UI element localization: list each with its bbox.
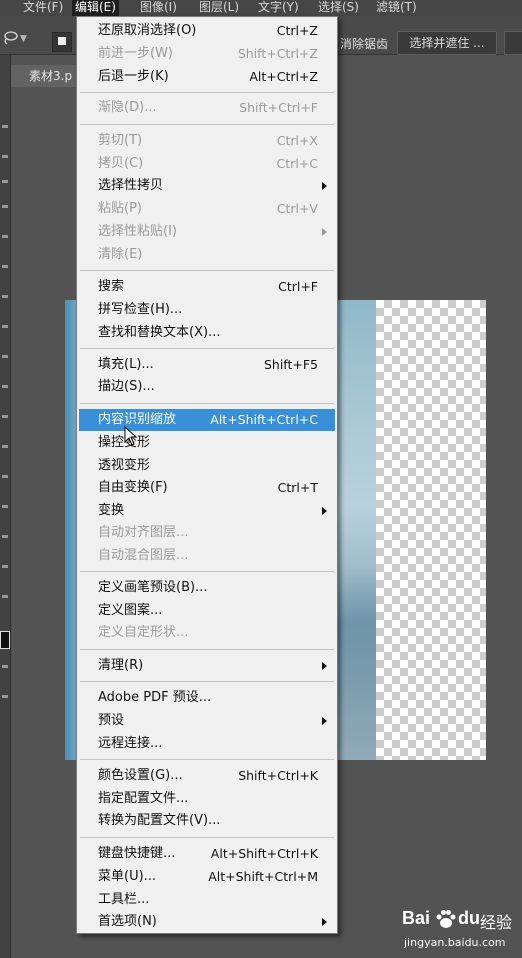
menu-separator xyxy=(80,759,334,760)
menu-separator xyxy=(80,649,334,650)
menu-item-content-aware-scale[interactable]: 内容识别缩放 Alt+Shift+Ctrl+C xyxy=(79,409,335,431)
submenu-arrow-icon xyxy=(322,662,327,670)
menu-item-free-transform[interactable]: 自由变换(F) Ctrl+T xyxy=(79,477,335,499)
menu-item-menus[interactable]: 菜单(U)... Alt+Shift+Ctrl+M xyxy=(79,866,335,888)
submenu-arrow-icon xyxy=(322,717,327,725)
tool-pen[interactable] xyxy=(2,505,8,508)
menu-item-perspective-warp[interactable]: 透视变形 xyxy=(79,455,335,477)
transparent-area xyxy=(376,300,486,760)
menu-item-step-forward[interactable]: 前进一步(W) Shift+Ctrl+Z xyxy=(79,43,335,65)
square-icon xyxy=(58,37,66,45)
menu-layer[interactable]: 图层(L) xyxy=(199,0,239,16)
menu-item-toolbar[interactable]: 工具栏... xyxy=(79,889,335,911)
menu-item-spell-check[interactable]: 拼写检查(H)... xyxy=(79,299,335,321)
tool-lasso[interactable] xyxy=(2,155,8,158)
menu-item-convert-to-profile[interactable]: 转换为配置文件(V)... xyxy=(79,810,335,832)
chevron-down-icon[interactable]: ▼ xyxy=(20,34,27,44)
watermark-jingyan-text: 经验 xyxy=(480,913,513,932)
menu-image[interactable]: 图像(I) xyxy=(140,0,177,16)
menu-edit[interactable]: 编辑(E) xyxy=(72,0,119,16)
menu-separator xyxy=(80,403,334,404)
tool-dodge[interactable] xyxy=(2,475,8,478)
menu-item-fill[interactable]: 填充(L)... Shift+F5 xyxy=(79,354,335,376)
tool-marquee[interactable] xyxy=(2,125,8,128)
menu-item-define-brush[interactable]: 定义画笔预设(B)... xyxy=(79,577,335,599)
menu-item-purge[interactable]: 清理(R) xyxy=(79,655,335,677)
options-extra-button[interactable] xyxy=(504,31,522,55)
submenu-arrow-icon xyxy=(322,507,327,515)
tool-type[interactable] xyxy=(2,535,8,538)
menu-item-preferences[interactable]: 首选项(N) xyxy=(79,911,335,933)
menu-item-define-custom-shape[interactable]: 定义自定形状... xyxy=(79,622,335,644)
tool-eyedropper[interactable] xyxy=(2,235,8,238)
tool-gradient[interactable] xyxy=(2,415,8,418)
tool-path-select[interactable] xyxy=(2,565,8,568)
tool-eraser[interactable] xyxy=(2,385,8,388)
menu-item-adobe-pdf-presets[interactable]: Adobe PDF 预设... xyxy=(79,687,335,709)
menubar: 文件(F) 编辑(E) 图像(I) 图层(L) 文字(Y) 选择(S) 滤镜(T… xyxy=(0,0,522,16)
tool-zoom[interactable] xyxy=(2,695,8,698)
menu-item-auto-align-layers[interactable]: 自动对齐图层... xyxy=(79,522,335,544)
menu-filter[interactable]: 滤镜(T) xyxy=(376,0,417,16)
menu-item-find-replace[interactable]: 查找和替换文本(X)... xyxy=(79,322,335,344)
watermark-bai-text: Bai xyxy=(402,908,431,928)
menu-item-copy-special[interactable]: 选择性拷贝 xyxy=(79,175,335,197)
menu-item-puppet-warp[interactable]: 操控变形 xyxy=(79,432,335,454)
menu-separator xyxy=(80,681,334,682)
menu-item-stroke[interactable]: 描边(S)... xyxy=(79,376,335,398)
document-tab[interactable]: 素材3.p xyxy=(11,65,81,87)
menu-item-auto-blend-layers[interactable]: 自动混合图层... xyxy=(79,545,335,567)
select-and-mask-button[interactable]: 选择并遮住 ... xyxy=(397,31,497,55)
submenu-arrow-icon xyxy=(322,182,327,190)
tool-brush[interactable] xyxy=(2,295,8,298)
menu-item-copy[interactable]: 拷贝(C) Ctrl+C xyxy=(79,153,335,175)
menu-separator xyxy=(80,124,334,125)
tool-quick-select[interactable] xyxy=(2,180,8,183)
menu-item-keyboard-shortcuts[interactable]: 键盘快捷键... Alt+Shift+Ctrl+K xyxy=(79,843,335,865)
menu-separator xyxy=(80,837,334,838)
submenu-arrow-icon xyxy=(322,918,327,926)
new-selection-button[interactable] xyxy=(52,32,72,52)
mouse-cursor-icon xyxy=(124,426,138,446)
submenu-arrow-icon xyxy=(322,228,327,236)
watermark-du-text: du xyxy=(458,908,480,928)
menu-item-assign-profile[interactable]: 指定配置文件... xyxy=(79,788,335,810)
menu-item-color-settings[interactable]: 颜色设置(G)... Shift+Ctrl+K xyxy=(79,765,335,787)
menu-item-cut[interactable]: 剪切(T) Ctrl+X xyxy=(79,130,335,152)
anti-alias-label: 消除锯齿 xyxy=(340,37,389,51)
baidu-jingyan-watermark: Bai du 经验 jingyan.baidu.com xyxy=(400,904,518,956)
menu-separator xyxy=(80,92,334,93)
tool-history[interactable] xyxy=(2,355,8,358)
lasso-icon[interactable] xyxy=(2,31,18,45)
menu-item-paste-special[interactable]: 选择性粘贴(I) xyxy=(79,221,335,243)
menu-item-search[interactable]: 搜索 Ctrl+F xyxy=(79,276,335,298)
menu-item-undo[interactable]: 还原取消选择(O) Ctrl+Z xyxy=(79,20,335,42)
baidu-paw-icon xyxy=(436,910,456,928)
menu-item-define-pattern[interactable]: 定义图案... xyxy=(79,600,335,622)
watermark-url: jingyan.baidu.com xyxy=(404,936,506,949)
menu-separator xyxy=(80,270,334,271)
menu-file[interactable]: 文件(F) xyxy=(23,0,63,16)
menu-separator xyxy=(80,348,334,349)
menu-type[interactable]: 文字(Y) xyxy=(258,0,299,16)
tool-blur[interactable] xyxy=(2,445,8,448)
tool-hand[interactable] xyxy=(2,665,8,668)
menu-item-step-backward[interactable]: 后退一步(K) Alt+Ctrl+Z xyxy=(79,66,335,88)
menu-item-paste[interactable]: 粘贴(P) Ctrl+V xyxy=(79,198,335,220)
menu-item-remote-connections[interactable]: 远程连接... xyxy=(79,733,335,755)
tool-stamp[interactable] xyxy=(2,325,8,328)
menu-select[interactable]: 选择(S) xyxy=(318,0,359,16)
menu-item-clear[interactable]: 清除(E) xyxy=(79,244,335,266)
tool-shape[interactable] xyxy=(2,595,8,598)
foreground-color-swatch[interactable] xyxy=(0,631,10,649)
tool-healing[interactable] xyxy=(2,265,8,268)
menu-item-presets[interactable]: 预设 xyxy=(79,710,335,732)
edit-menu-dropdown: 还原取消选择(O) Ctrl+Z 前进一步(W) Shift+Ctrl+Z 后退一步… xyxy=(76,16,338,934)
menu-item-fade[interactable]: 渐隐(D)... Shift+Ctrl+F xyxy=(79,97,335,119)
menu-separator xyxy=(80,571,334,572)
menu-item-transform[interactable]: 变换 xyxy=(79,500,335,522)
tools-panel xyxy=(0,55,11,958)
tool-crop[interactable] xyxy=(2,205,8,208)
